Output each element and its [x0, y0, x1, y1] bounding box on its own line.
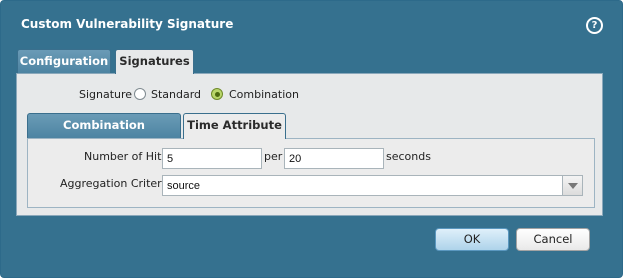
radio-standard[interactable]: [134, 88, 146, 100]
subtab-time-attribute[interactable]: Time Attribute: [183, 113, 286, 139]
cancel-button[interactable]: Cancel: [516, 228, 590, 251]
number-of-hits-input[interactable]: [162, 148, 262, 169]
dialog-title: Custom Vulnerability Signature: [21, 17, 234, 31]
subtab-combination-signatures[interactable]: Combination Signatures: [27, 113, 181, 154]
ok-button[interactable]: OK: [435, 228, 509, 251]
chevron-down-icon[interactable]: [563, 175, 583, 196]
aggregation-criteria-label: Aggregation Criteria: [60, 177, 172, 190]
tab-signatures[interactable]: Signatures: [115, 49, 194, 74]
signatures-panel: Signature Standard Combination Combinati…: [16, 73, 603, 216]
radio-combination[interactable]: [211, 88, 223, 100]
number-of-hits-label: Number of Hits: [84, 150, 168, 163]
custom-vulnerability-signature-dialog: Custom Vulnerability Signature ? Configu…: [0, 0, 623, 278]
help-icon[interactable]: ?: [586, 17, 603, 34]
radio-combination-label[interactable]: Combination: [229, 88, 299, 101]
aggregation-criteria-select[interactable]: [162, 175, 563, 196]
signature-label: Signature: [79, 88, 133, 101]
seconds-label: seconds: [386, 150, 431, 163]
per-label: per: [264, 150, 283, 163]
tab-configuration[interactable]: Configuration: [17, 49, 111, 73]
time-attribute-panel: Number of Hits per seconds Aggregation C…: [27, 138, 595, 208]
per-seconds-input[interactable]: [284, 148, 384, 169]
radio-standard-label[interactable]: Standard: [151, 88, 201, 101]
